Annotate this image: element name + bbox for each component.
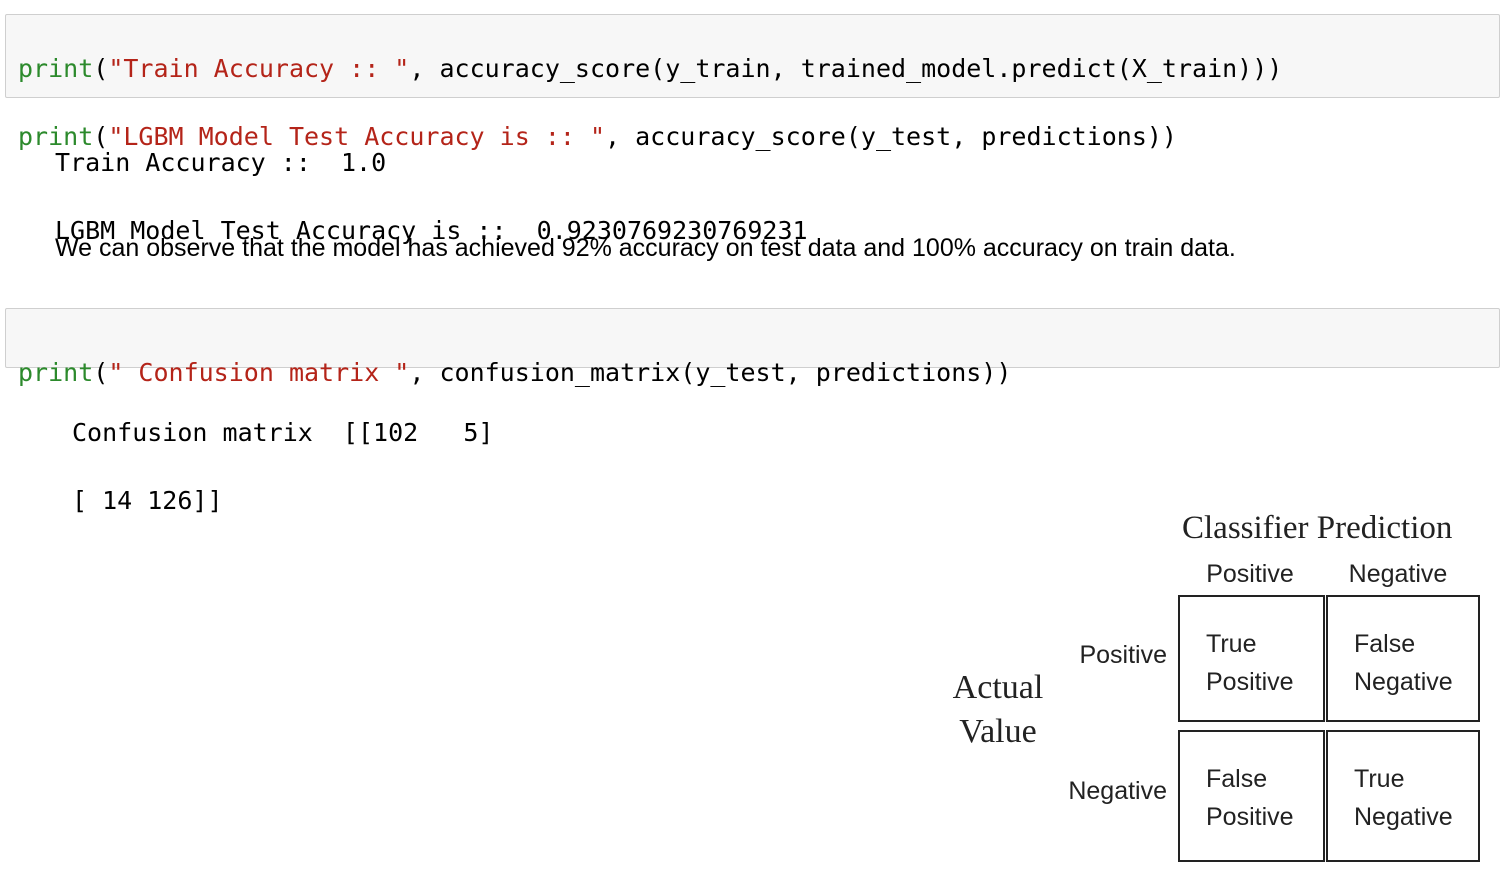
axis-label-actual-value: Actual Value [938, 666, 1058, 754]
code-cell-accuracy[interactable]: print("Train Accuracy :: ", accuracy_sco… [5, 14, 1500, 151]
cell-true-negative: True Negative [1326, 730, 1480, 862]
row-header-negative: Negative [1068, 777, 1167, 805]
row-header-positive: Positive [1079, 641, 1167, 669]
figure-title: Classifier Prediction [1182, 510, 1453, 546]
code-function: print [18, 54, 94, 83]
code-cell-confusion-matrix[interactable]: print(" Confusion matrix ", confusion_ma… [5, 308, 1500, 387]
output-line: [ 14 126]] [72, 486, 223, 515]
code-paren: ( [93, 54, 109, 83]
column-header-negative: Negative [1348, 560, 1448, 588]
output-line: Confusion matrix [[102 5] [72, 418, 494, 447]
markdown-text: We can observe that the model has achiev… [55, 234, 1236, 262]
output-line: Train Accuracy :: 1.0 [55, 148, 387, 177]
cell-false-positive: False Positive [1178, 730, 1325, 862]
column-header-positive: Positive [1206, 560, 1294, 588]
axis-label-line: Actual [952, 669, 1044, 706]
cell-output-confusion-matrix: Confusion matrix [[102 5] [ 14 126]] [72, 382, 493, 552]
cell-true-positive: True Positive [1178, 595, 1325, 722]
code-args: , accuracy_score(y_train, trained_model.… [409, 54, 1283, 83]
code-args: , confusion_matrix(y_test, predictions)) [409, 358, 1012, 387]
cell-false-negative: False Negative [1326, 595, 1480, 722]
code-string: "Train Accuracy :: " [108, 54, 410, 83]
axis-label-line: Value [959, 713, 1037, 750]
code-line: print("Train Accuracy :: ", accuracy_sco… [18, 52, 1499, 86]
